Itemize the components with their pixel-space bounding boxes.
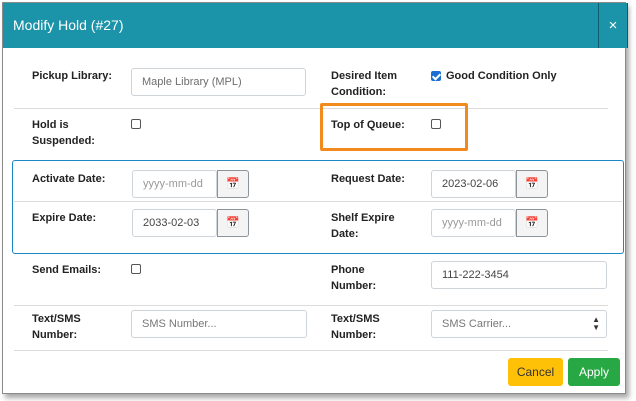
shelf-expire-date-label: Shelf Expire Date: xyxy=(331,212,395,240)
good-condition-checkbox[interactable] xyxy=(431,71,441,81)
activate-date-label: Activate Date: xyxy=(32,173,106,185)
sms-carrier-selected: SMS Carrier... xyxy=(442,318,512,330)
expire-date-calendar-button[interactable]: 📅 xyxy=(217,209,249,237)
row-separator xyxy=(14,305,608,306)
send-emails-checkbox[interactable] xyxy=(131,264,141,274)
calendar-icon: 📅 xyxy=(525,178,539,190)
activate-date-input[interactable]: yyyy-mm-dd xyxy=(132,170,217,198)
good-condition-label: Good Condition Only xyxy=(446,70,557,82)
request-date-label: Request Date: xyxy=(331,173,405,185)
expire-date-input[interactable]: 2033-02-03 xyxy=(132,209,217,237)
cancel-button[interactable]: Cancel xyxy=(508,358,563,386)
apply-button[interactable]: Apply xyxy=(568,358,620,386)
calendar-icon: 📅 xyxy=(525,217,539,229)
phone-number-label: Phone Number: xyxy=(331,264,377,292)
top-of-queue-highlight xyxy=(320,103,468,151)
sms-number-input[interactable]: SMS Number... xyxy=(131,310,307,338)
row-separator xyxy=(14,201,622,202)
row-separator xyxy=(14,350,608,351)
dialog-title: Modify Hold (#27) xyxy=(13,17,124,33)
activate-date-calendar-button[interactable]: 📅 xyxy=(217,170,249,198)
pickup-library-label: Pickup Library: xyxy=(32,70,113,82)
hold-suspended-checkbox[interactable] xyxy=(131,119,141,129)
dialog-header: Modify Hold (#27) × xyxy=(3,3,628,48)
request-date-input[interactable]: 2023-02-06 xyxy=(431,170,516,198)
sms-carrier-select[interactable]: SMS Carrier... ▲ ▼ xyxy=(431,310,607,338)
sms-carrier-label: Text/SMS Number: xyxy=(331,313,380,341)
shelf-expire-date-input[interactable]: yyyy-mm-dd xyxy=(431,209,516,237)
send-emails-label: Send Emails: xyxy=(32,264,102,276)
sms-number-label: Text/SMS Number: xyxy=(32,313,81,341)
row-separator xyxy=(14,108,608,109)
calendar-icon: 📅 xyxy=(226,217,240,229)
calendar-icon: 📅 xyxy=(226,178,240,190)
chevron-up-down-icon: ▲ ▼ xyxy=(592,315,600,332)
phone-number-input[interactable]: 111-222-3454 xyxy=(431,261,607,289)
desired-condition-label: Desired Item Condition: xyxy=(331,70,398,98)
shelf-expire-date-calendar-button[interactable]: 📅 xyxy=(516,209,548,237)
close-icon[interactable]: × xyxy=(598,3,628,48)
expire-date-label: Expire Date: xyxy=(32,212,97,224)
pickup-library-input[interactable]: Maple Library (MPL) xyxy=(131,68,306,96)
hold-suspended-label: Hold is Suspended: xyxy=(32,119,95,147)
request-date-calendar-button[interactable]: 📅 xyxy=(516,170,548,198)
